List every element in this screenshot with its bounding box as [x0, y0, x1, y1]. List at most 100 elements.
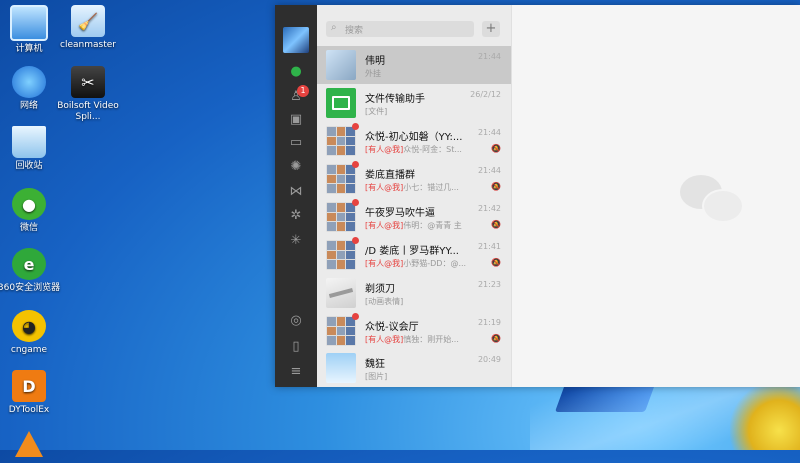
- network-icon: [12, 66, 46, 98]
- chat-name: 文件传输助手: [365, 94, 425, 105]
- chat-preview: [有人@我]众悦-阿金：St...: [365, 145, 462, 154]
- chat-time: 21:41: [477, 242, 501, 251]
- desktop-icon-label: 360安全浏览器: [0, 283, 61, 293]
- chat-preview: [图片]: [365, 372, 388, 381]
- recycle-bin-icon: [12, 126, 46, 158]
- vlc-icon: [12, 428, 46, 460]
- chat-item[interactable]: 伟明 21:44 外挂: [317, 46, 511, 84]
- mute-icon: 🔕: [491, 220, 501, 229]
- unread-dot: [352, 123, 359, 130]
- chat-item[interactable]: 魏狂 20:49 [图片]: [317, 349, 511, 387]
- desktop-icon-label: Boilsoft Video Spli...: [57, 101, 119, 122]
- search-placeholder: 搜索: [345, 26, 364, 36]
- desktop-icon-boilsoft[interactable]: ✂ Boilsoft Video Spli...: [52, 66, 124, 123]
- 360-browser-icon: e: [12, 248, 46, 280]
- unread-dot: [352, 161, 359, 168]
- group-avatar: [326, 126, 356, 156]
- contacts-badge: 1: [297, 85, 309, 97]
- chat-avatar: [326, 50, 356, 80]
- search-network-icon[interactable]: ✲: [286, 207, 306, 225]
- mute-icon: 🔕: [491, 144, 501, 153]
- chat-time: 21:44: [477, 128, 501, 137]
- desktop-icon-label: 微信: [19, 223, 38, 233]
- chat-name: /D 娄底丨罗马群YY...: [365, 246, 459, 257]
- chat-preview: [有人@我]慎独：刚开始...: [365, 335, 459, 344]
- chat-preview: [文件]: [365, 107, 388, 116]
- desktop-icon-dytoolex[interactable]: D DYToolEx: [0, 370, 65, 416]
- chat-preview: [动画表情]: [365, 297, 404, 306]
- mini-program-icon[interactable]: ✳: [286, 232, 306, 250]
- mute-icon: 🔕: [491, 182, 501, 191]
- desktop-icon-label: DYToolEx: [8, 405, 50, 415]
- chat-item[interactable]: 午夜罗马吹牛逼 21:42 [有人@我]伟明：@青青 主 🔕: [317, 198, 511, 236]
- chat-time: 21:44: [477, 166, 501, 175]
- add-button[interactable]: +: [482, 21, 500, 37]
- user-avatar[interactable]: [283, 27, 309, 53]
- desktop-icon-recycle-bin[interactable]: 回收站: [0, 126, 65, 172]
- group-avatar: [326, 202, 356, 232]
- chat-preview: 外挂: [365, 69, 381, 78]
- unread-dot: [352, 313, 359, 320]
- phone-icon[interactable]: ▯: [286, 338, 306, 356]
- cleanmaster-icon: 🧹: [71, 5, 105, 37]
- chat-empty-panel: [511, 5, 800, 387]
- search-input[interactable]: ⌕ 搜索: [326, 21, 474, 37]
- group-avatar: [326, 240, 356, 270]
- computer-icon: [10, 5, 48, 41]
- chat-name: 魏狂: [365, 359, 385, 370]
- chat-name: 午夜罗马吹牛逼: [365, 208, 435, 219]
- chat-time: 21:42: [477, 204, 501, 213]
- chat-list-panel: ⌕ 搜索 + 伟明 21:44 外挂 文件传输助手 26/2/12 [文件] 众…: [317, 5, 511, 387]
- desktop-icon-cngame[interactable]: ◕ cngame: [0, 310, 65, 356]
- chat-name: 众悦-议会厅: [365, 322, 419, 333]
- chat-name: 众悦-初心如磐（YY:...: [365, 132, 463, 143]
- channels-icon[interactable]: ⋈: [286, 183, 306, 201]
- cngame-icon: ◕: [12, 310, 46, 342]
- chat-time: 26/2/12: [470, 90, 501, 99]
- desktop-icon-wechat[interactable]: ● 微信: [0, 188, 65, 234]
- chat-item[interactable]: 众悦-初心如磐（YY:... 21:44 [有人@我]众悦-阿金：St... 🔕: [317, 122, 511, 160]
- unread-dot: [352, 237, 359, 244]
- miniprogram-panel-icon[interactable]: ◎: [286, 312, 306, 330]
- favorites-icon[interactable]: ▣: [286, 111, 306, 129]
- file-transfer-avatar: [326, 88, 356, 118]
- chat-preview: [有人@我]伟明：@青青 主: [365, 221, 462, 230]
- chat-time: 21:19: [477, 318, 501, 327]
- chat-time: 20:49: [477, 355, 501, 364]
- moments-icon[interactable]: ✺: [286, 158, 306, 176]
- chat-preview: [有人@我]小七：错过几...: [365, 183, 459, 192]
- mute-icon: 🔕: [491, 258, 501, 267]
- chat-item[interactable]: /D 娄底丨罗马群YY... 21:41 [有人@我]小野猫-DD：@... 🔕: [317, 236, 511, 274]
- chat-avatar: [326, 353, 356, 383]
- chat-item[interactable]: 剃须刀 21:23 [动画表情]: [317, 274, 511, 312]
- chat-name: 剃须刀: [365, 284, 395, 295]
- desktop-icon-cleanmaster[interactable]: 🧹 cleanmaster: [52, 5, 124, 51]
- chat-time: 21:44: [477, 52, 501, 61]
- mute-icon: 🔕: [491, 334, 501, 343]
- boilsoft-icon: ✂: [71, 66, 105, 98]
- chat-item[interactable]: 娄底直播群 21:44 [有人@我]小七：错过几... 🔕: [317, 160, 511, 198]
- menu-icon[interactable]: ≡: [286, 363, 306, 381]
- wechat-window: ● ♙ 1 ▣ ▭ ✺ ⋈ ✲ ✳ ◎ ▯ ≡ ⌕ 搜索 + 伟明 21:44 …: [275, 5, 800, 387]
- chat-time: 21:23: [477, 280, 501, 289]
- chat-name: 伟明: [365, 56, 385, 67]
- dytoolex-icon: D: [12, 370, 46, 402]
- search-icon: ⌕: [331, 22, 337, 33]
- chat-item[interactable]: 众悦-议会厅 21:19 [有人@我]慎独：刚开始... 🔕: [317, 312, 511, 350]
- folder-icon[interactable]: ▭: [286, 134, 306, 152]
- wechat-logo-icon: [680, 175, 744, 223]
- chat-preview: [有人@我]小野猫-DD：@...: [365, 259, 467, 268]
- wechat-sidebar: ● ♙ 1 ▣ ▭ ✺ ⋈ ✲ ✳ ◎ ▯ ≡: [275, 5, 317, 387]
- chat-avatar: [326, 278, 356, 308]
- desktop-icon-360-browser[interactable]: e 360安全浏览器: [0, 248, 65, 294]
- desktop-icon-label: cngame: [10, 345, 48, 355]
- chat-icon[interactable]: ●: [286, 63, 306, 81]
- wallpaper-flower: [730, 385, 800, 450]
- desktop-icon-label: 回收站: [15, 161, 43, 171]
- chat-item[interactable]: 文件传输助手 26/2/12 [文件]: [317, 84, 511, 122]
- chat-name: 娄底直播群: [365, 170, 415, 181]
- desktop-icon-vlc[interactable]: [0, 428, 65, 463]
- wechat-icon: ●: [12, 188, 46, 220]
- unread-dot: [352, 199, 359, 206]
- group-avatar: [326, 164, 356, 194]
